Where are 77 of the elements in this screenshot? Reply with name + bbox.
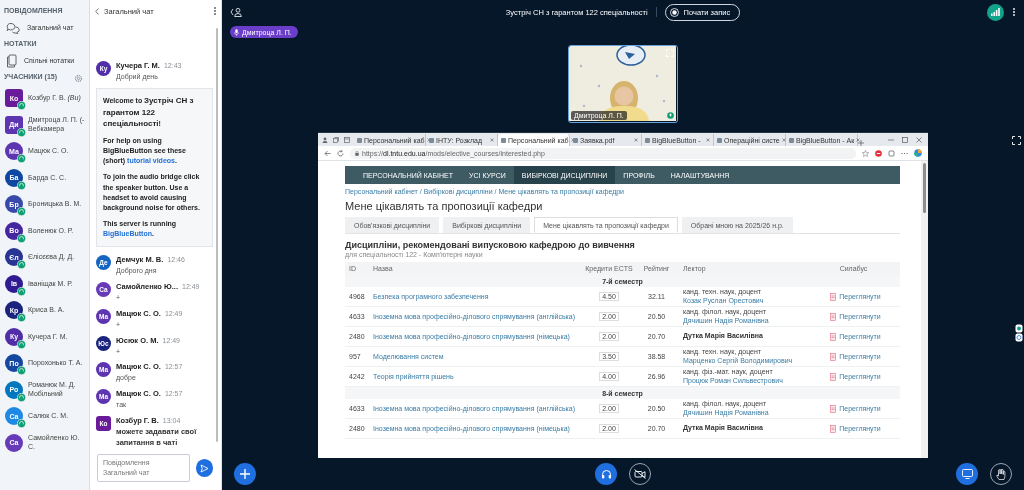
- reload-icon[interactable]: [337, 149, 344, 157]
- tab-actions-icon[interactable]: [344, 137, 350, 143]
- headset-icon: [17, 339, 26, 349]
- raise-hand-button[interactable]: [990, 463, 1012, 485]
- mic-icon: [234, 28, 239, 36]
- scrollbar[interactable]: [921, 161, 928, 458]
- page-title: Мене цікавлять та пропозиції кафедри: [345, 200, 544, 212]
- share-screen-button[interactable]: [956, 463, 978, 485]
- close-icon[interactable]: [490, 138, 494, 142]
- headset-icon: [17, 127, 26, 137]
- scrollbar[interactable]: [216, 28, 218, 442]
- page-icon: [789, 137, 794, 143]
- chat-icon: [6, 21, 20, 34]
- headset-icon: [17, 101, 26, 111]
- headset-icon: [17, 392, 26, 402]
- back-icon[interactable]: [324, 149, 331, 157]
- record-icon: [669, 7, 679, 17]
- camera-button[interactable]: [629, 463, 651, 485]
- mic-badge-icon: [667, 112, 674, 119]
- close-icon[interactable]: [570, 138, 575, 142]
- headset-icon: [17, 180, 26, 190]
- assistant-icon[interactable]: [914, 149, 922, 157]
- notes-icon: [6, 53, 17, 68]
- page-icon: [501, 137, 506, 143]
- signal-icon: [991, 8, 1000, 16]
- chevron-icon: [95, 7, 99, 15]
- page-icon: [645, 137, 650, 143]
- settings-icon[interactable]: [74, 73, 83, 83]
- maximize-icon[interactable]: [902, 137, 908, 143]
- close-icon[interactable]: [916, 137, 922, 143]
- profile-icon[interactable]: [322, 137, 328, 143]
- pdf-icon: [830, 352, 837, 361]
- headset-icon: [17, 233, 26, 243]
- minimize-icon[interactable]: [888, 137, 894, 143]
- pdf-icon: [830, 312, 837, 321]
- close-icon[interactable]: [426, 138, 431, 142]
- more-icon[interactable]: [1012, 7, 1016, 17]
- headset-icon: [17, 207, 26, 217]
- section-title: Дисципліни, рекомендовані випусковою кафедрою до вивчення: [345, 240, 636, 250]
- star-icon[interactable]: [862, 149, 869, 157]
- close-icon[interactable]: [706, 138, 710, 142]
- headset-icon: [17, 313, 26, 323]
- pdf-icon: [830, 424, 837, 433]
- pdf-icon: [830, 332, 837, 341]
- page-icon: [429, 137, 434, 143]
- side-toggle-icon[interactable]: [1015, 324, 1023, 342]
- hand-icon: [996, 468, 1006, 480]
- headset-icon: [17, 419, 26, 429]
- fullscreen-icon[interactable]: [1012, 136, 1021, 145]
- close-icon[interactable]: [781, 138, 786, 142]
- new-tab-icon[interactable]: [858, 140, 864, 146]
- extension-icon[interactable]: [875, 149, 882, 157]
- users-toggle-icon[interactable]: [230, 7, 242, 17]
- headset-icon: [17, 366, 26, 376]
- close-icon[interactable]: [856, 138, 861, 142]
- collections-icon[interactable]: [333, 137, 339, 143]
- camera-off-icon: [634, 469, 646, 479]
- lock-icon: [355, 150, 359, 156]
- plus-icon: [240, 469, 250, 479]
- connection-button[interactable]: [987, 3, 1004, 21]
- headset-icon: [17, 260, 26, 270]
- close-icon[interactable]: [634, 138, 638, 142]
- pdf-icon: [830, 404, 837, 413]
- send-button[interactable]: [195, 459, 213, 477]
- pdf-icon: [830, 292, 837, 301]
- extension-icon[interactable]: [888, 149, 895, 157]
- page-icon: [717, 137, 722, 143]
- page-icon: [357, 137, 362, 143]
- headset-icon: [17, 286, 26, 296]
- send-icon: [199, 463, 209, 473]
- monitor-icon: [961, 469, 973, 479]
- headset-icon: [600, 468, 612, 480]
- headset-icon: [17, 154, 26, 164]
- actions-button[interactable]: [234, 463, 256, 485]
- page-icon: [573, 137, 578, 143]
- pdf-icon: [830, 372, 837, 381]
- audio-button[interactable]: [595, 463, 617, 485]
